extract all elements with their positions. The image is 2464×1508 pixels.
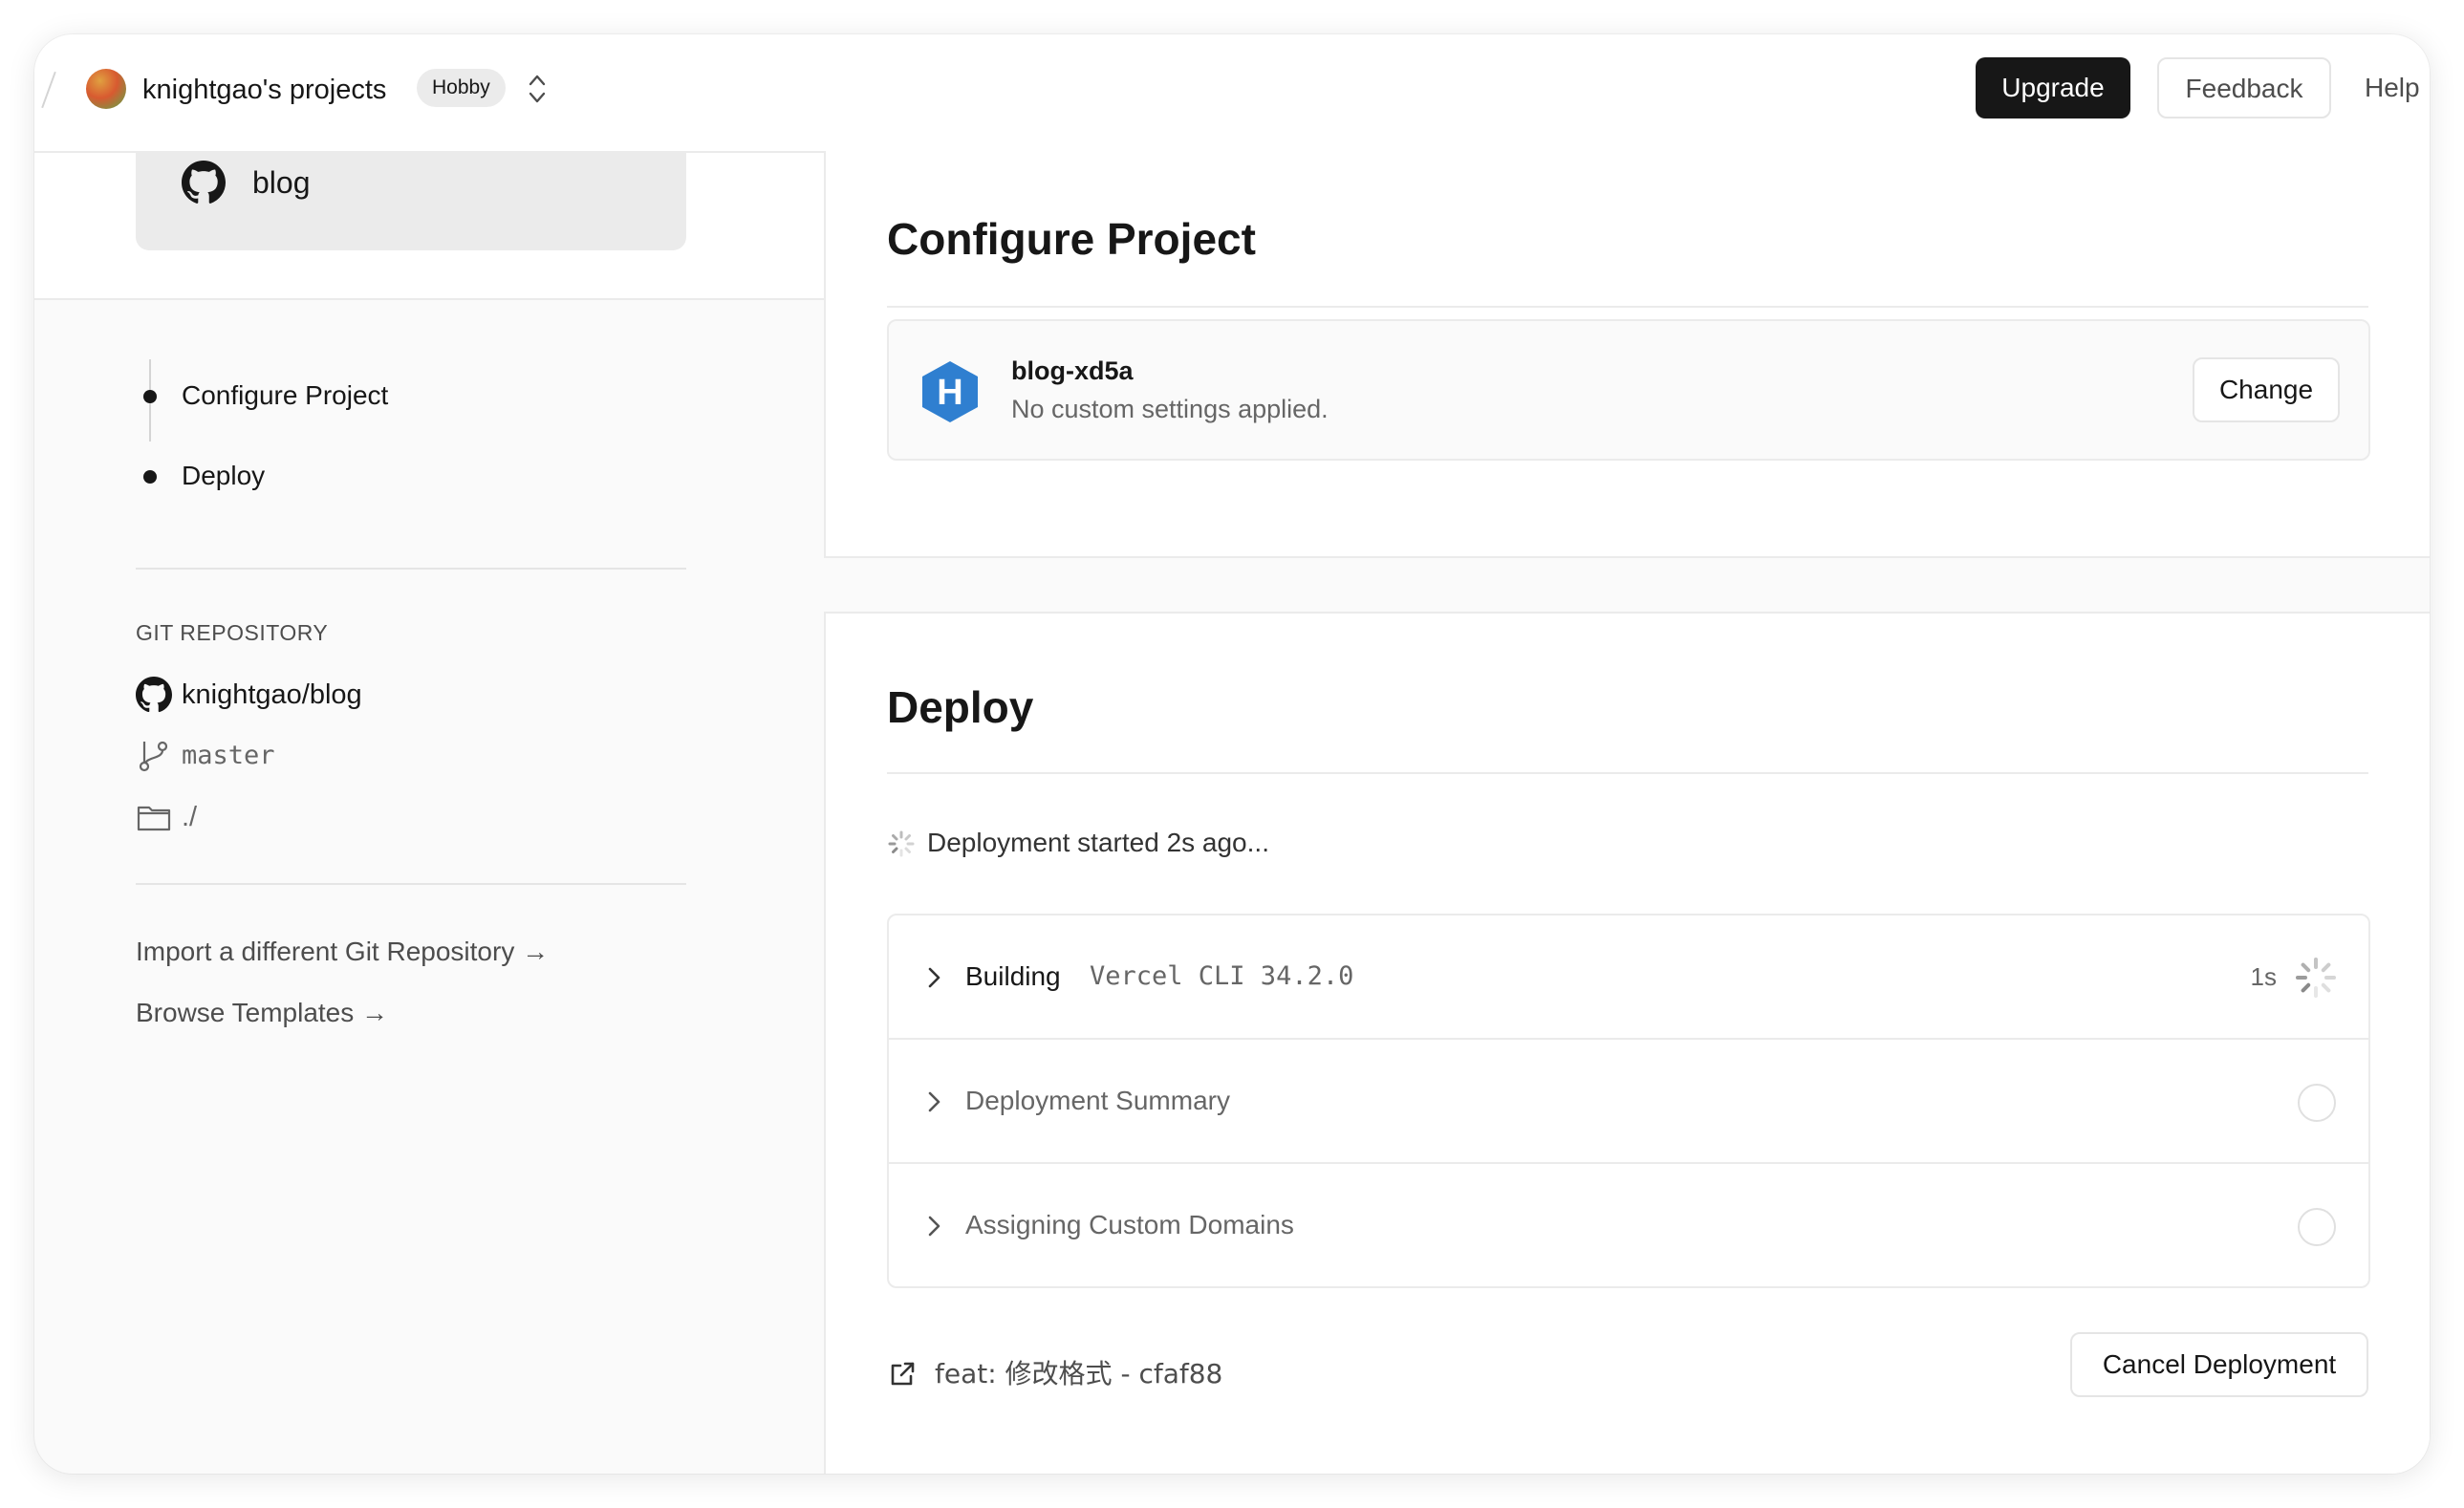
pending-circle-icon — [2298, 1084, 2336, 1122]
configure-project-title: Configure Project — [887, 214, 1256, 264]
git-branch-icon — [139, 741, 168, 772]
browser-window: knightgao's projects Hobby Upgrade Feedb… — [34, 34, 2430, 1474]
sidebar-divider — [136, 568, 686, 570]
git-repository-heading: GIT REPOSITORY — [136, 620, 329, 645]
spinner-icon — [2296, 958, 2336, 998]
project-settings-desc: No custom settings applied. — [1011, 395, 1329, 423]
title-separator — [887, 772, 2368, 774]
project-name: blog-xd5a — [1011, 356, 1134, 385]
step-label: Configure Project — [182, 380, 389, 410]
title-separator — [887, 306, 2368, 308]
step-name: Building — [965, 961, 1061, 991]
project-row: H blog-xd5a No custom settings applied. … — [887, 319, 2370, 461]
repo-card-name: blog — [252, 165, 311, 200]
step-row-deployment-summary[interactable]: Deployment Summary — [889, 1040, 2368, 1164]
team-avatar[interactable] — [86, 69, 126, 109]
step-duration: 1s — [2250, 962, 2277, 991]
external-link-icon — [891, 1362, 915, 1386]
plan-badge: Hobby — [417, 69, 506, 107]
hexo-icon: H — [922, 361, 978, 422]
deployment-status-text: Deployment started 2s ago... — [927, 828, 1269, 857]
folder-icon — [137, 806, 171, 831]
step-label: Deploy — [182, 461, 266, 490]
github-icon — [182, 161, 226, 204]
cancel-deployment-button[interactable]: Cancel Deployment — [2070, 1332, 2368, 1397]
sidebar-divider — [136, 883, 686, 885]
chevron-right-icon[interactable] — [923, 1212, 944, 1240]
import-different-repo-link[interactable]: Import a different Git Repository → — [136, 933, 549, 971]
chevron-up-down-icon[interactable] — [526, 71, 549, 107]
step-name: Deployment Summary — [965, 1086, 1230, 1115]
configure-project-card: Configure Project H blog-xd5a No custom … — [824, 151, 2430, 558]
deploy-card: Deploy Deployment started 2s ago... Buil… — [824, 612, 2430, 1474]
step-dot — [143, 470, 157, 484]
chevron-right-icon[interactable] — [923, 1088, 944, 1116]
spinner-icon — [888, 830, 915, 857]
step-detail: Vercel CLI 34.2.0 — [1090, 961, 1354, 991]
deployment-steps: Building Vercel CLI 34.2.0 1s Deployment… — [887, 914, 2370, 1288]
root-directory: ./ — [182, 802, 198, 832]
branch-name: master — [182, 741, 275, 770]
team-name[interactable]: knightgao's projects — [142, 71, 386, 109]
step-name: Assigning Custom Domains — [965, 1210, 1294, 1239]
repo-card: blog — [136, 153, 686, 250]
repo-full-name[interactable]: knightgao/blog — [182, 675, 362, 715]
pending-circle-icon — [2298, 1208, 2336, 1246]
deploy-title: Deploy — [887, 682, 1034, 732]
hexo-letter: H — [937, 373, 962, 413]
commit-message[interactable]: feat: 修改格式 - cfaf88 — [935, 1355, 1222, 1393]
top-header: knightgao's projects Hobby Upgrade Feedb… — [34, 34, 2430, 153]
breadcrumb-separator — [41, 71, 56, 109]
github-icon — [136, 677, 172, 713]
change-button[interactable]: Change — [2193, 357, 2340, 422]
chevron-right-icon[interactable] — [923, 963, 944, 992]
step-dot — [143, 390, 157, 403]
step-row-building[interactable]: Building Vercel CLI 34.2.0 1s — [889, 916, 2368, 1040]
feedback-button[interactable]: Feedback — [2157, 57, 2331, 118]
step-row-assigning-domains[interactable]: Assigning Custom Domains — [889, 1164, 2368, 1286]
help-link[interactable]: Help — [2365, 69, 2420, 107]
browse-templates-link[interactable]: Browse Templates → — [136, 994, 388, 1032]
upgrade-button[interactable]: Upgrade — [1976, 57, 2130, 118]
